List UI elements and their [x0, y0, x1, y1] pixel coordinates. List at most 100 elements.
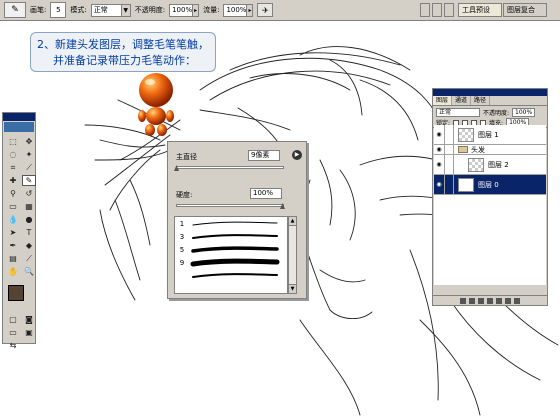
eyedropper-tool-icon[interactable]: ⟋: [22, 253, 36, 264]
tab-layers[interactable]: 图层: [433, 96, 453, 105]
adjustment-layer-icon[interactable]: [496, 297, 502, 304]
brush-tool-icon[interactable]: ✎: [22, 175, 36, 186]
toolbox-panel: ⬚ ✥ ◌ ✦ ⌗ ⟋ ✚ ✎ ⚲ ↺ ▭ ▦ 💧 ● ➤ T ✒ ◆ ▤ ⟋ …: [2, 112, 36, 350]
chevron-right-icon: ▸: [192, 4, 199, 16]
toolbox-logo[interactable]: [4, 122, 34, 132]
airbrush-icon: ✈: [262, 5, 269, 15]
new-layer-icon[interactable]: [505, 297, 511, 304]
tool-preset-picker[interactable]: ✎: [4, 2, 26, 18]
tab-paths[interactable]: 路径: [471, 96, 491, 105]
lasso-tool-icon[interactable]: ◌: [6, 149, 20, 160]
brush-stroke-preview: [192, 273, 278, 278]
zoom-tool-icon[interactable]: 🔍: [22, 266, 36, 277]
callout-line-2: 并准备记录带压力毛笔动作：: [53, 54, 196, 67]
brush-label: 画笔:: [30, 6, 47, 14]
palette-toggle-button[interactable]: [444, 3, 454, 17]
dodge-tool-icon[interactable]: ●: [22, 214, 36, 225]
blur-tool-icon[interactable]: 💧: [6, 214, 20, 225]
mode-select[interactable]: 正常 ▼: [90, 3, 131, 17]
visibility-eye-icon[interactable]: ◉: [434, 131, 444, 138]
visibility-eye-icon[interactable]: ◉: [434, 181, 444, 188]
tool-presets-well-tab[interactable]: 工具预设: [458, 3, 502, 17]
visibility-eye-icon[interactable]: ◉: [434, 146, 444, 153]
layer-row[interactable]: ◉ 图层 2: [434, 155, 546, 175]
hand-tool-icon[interactable]: ✋: [6, 266, 20, 277]
brush-size-picker[interactable]: 5: [50, 2, 67, 18]
layer-name: 图层 0: [478, 180, 499, 189]
layer-link-column[interactable]: [444, 155, 454, 174]
hardness-input[interactable]: 100%: [250, 188, 282, 199]
layers-panel-title-bar[interactable]: [433, 89, 547, 96]
layer-opacity-label: 不透明度:: [483, 109, 510, 117]
chevron-right-icon: ▸: [246, 4, 253, 16]
history-brush-tool-icon[interactable]: ↺: [22, 188, 36, 199]
mascot-figure-icon: [138, 73, 174, 136]
layer-link-column[interactable]: [444, 125, 454, 144]
jump-to-imageready-icon[interactable]: ⇆: [6, 340, 20, 351]
crop-tool-icon[interactable]: ⌗: [6, 162, 20, 173]
flow-input[interactable]: 100% ▸: [223, 3, 254, 17]
airbrush-button[interactable]: ✈: [257, 3, 274, 17]
eraser-tool-icon[interactable]: ▭: [6, 201, 20, 212]
brush-stroke-preview: [192, 221, 278, 226]
diameter-slider[interactable]: [174, 165, 284, 171]
toolbox-title-bar[interactable]: [3, 113, 35, 121]
scroll-down-icon[interactable]: ▼: [289, 284, 296, 293]
slice-tool-icon[interactable]: ⟋: [22, 162, 36, 173]
slider-thumb[interactable]: [174, 165, 179, 171]
layer-opacity-input[interactable]: 100%: [512, 107, 536, 117]
layer-link-column[interactable]: [444, 145, 454, 154]
type-tool-icon[interactable]: T: [22, 227, 36, 238]
notes-tool-icon[interactable]: ▤: [6, 253, 20, 264]
gradient-tool-icon[interactable]: ▦: [22, 201, 36, 212]
shape-tool-icon[interactable]: ◆: [22, 240, 36, 251]
palette-toggle-button[interactable]: [432, 3, 442, 17]
brush-icon: ✎: [11, 5, 19, 15]
quick-mask-icon[interactable]: ◙: [22, 314, 36, 325]
brush-preset-item[interactable]: 9: [175, 256, 287, 269]
opacity-input[interactable]: 100% ▸: [169, 3, 200, 17]
brush-preset-item[interactable]: 1: [175, 217, 287, 230]
tab-channels[interactable]: 通道: [452, 96, 472, 105]
layer-list: ◉ 图层 1 ◉ 头发 ◉ 图层 2 ◉ 图层 0: [434, 125, 546, 285]
options-bar: ✎ 画笔: 5 模式: 正常 ▼ 不透明度: 100% ▸ 流量: 100% ▸ ✈ …: [0, 0, 560, 21]
palette-toggle-button[interactable]: [420, 3, 430, 17]
foreground-color-swatch[interactable]: [8, 285, 24, 301]
slider-thumb[interactable]: [280, 203, 285, 209]
brush-preset-item[interactable]: [175, 269, 287, 282]
add-mask-icon[interactable]: [478, 297, 484, 304]
path-selection-tool-icon[interactable]: ➤: [6, 227, 20, 238]
clone-stamp-tool-icon[interactable]: ⚲: [6, 188, 20, 199]
delete-layer-icon[interactable]: [514, 297, 520, 304]
link-layers-icon[interactable]: [460, 297, 466, 304]
brush-list-scrollbar[interactable]: ▲ ▼: [288, 216, 297, 294]
healing-brush-tool-icon[interactable]: ✚: [6, 175, 20, 186]
layer-link-column[interactable]: [444, 175, 454, 194]
magic-wand-tool-icon[interactable]: ✦: [22, 149, 36, 160]
callout-line-1: 2、新建头发图层，调整毛笔笔触，: [37, 38, 209, 51]
brush-preset-item[interactable]: 3: [175, 230, 287, 243]
layer-row[interactable]: ◉ 图层 1: [434, 125, 546, 145]
marquee-tool-icon[interactable]: ⬚: [6, 136, 20, 147]
screen-mode-icon[interactable]: ▭: [6, 327, 20, 338]
layer-group-row[interactable]: ◉ 头发: [434, 145, 546, 155]
pen-tool-icon[interactable]: ✒: [6, 240, 20, 251]
full-screen-mode-icon[interactable]: ▣: [22, 327, 36, 338]
move-tool-icon[interactable]: ✥: [22, 136, 36, 147]
brush-preset-item[interactable]: 5: [175, 243, 287, 256]
hardness-slider[interactable]: [176, 203, 285, 209]
layer-comps-well-tab[interactable]: 图层复合: [503, 3, 547, 17]
panel-menu-button[interactable]: ▶: [292, 150, 302, 160]
diameter-label: 主直径: [176, 153, 197, 161]
new-group-icon[interactable]: [487, 297, 493, 304]
brush-stroke-preview: [190, 258, 280, 267]
visibility-eye-icon[interactable]: ◉: [434, 161, 444, 168]
blend-mode-select[interactable]: 正常: [436, 107, 480, 117]
instruction-callout: 2、新建头发图层，调整毛笔笔触， 并准备记录带压力毛笔动作：: [30, 32, 216, 72]
layer-row[interactable]: ◉ 图层 0: [434, 175, 546, 195]
brush-size-value: 5: [56, 6, 61, 14]
scroll-up-icon[interactable]: ▲: [289, 217, 296, 226]
diameter-input[interactable]: 9像素: [248, 150, 280, 161]
layer-style-icon[interactable]: [469, 297, 475, 304]
standard-mode-icon[interactable]: ▢: [6, 314, 20, 325]
